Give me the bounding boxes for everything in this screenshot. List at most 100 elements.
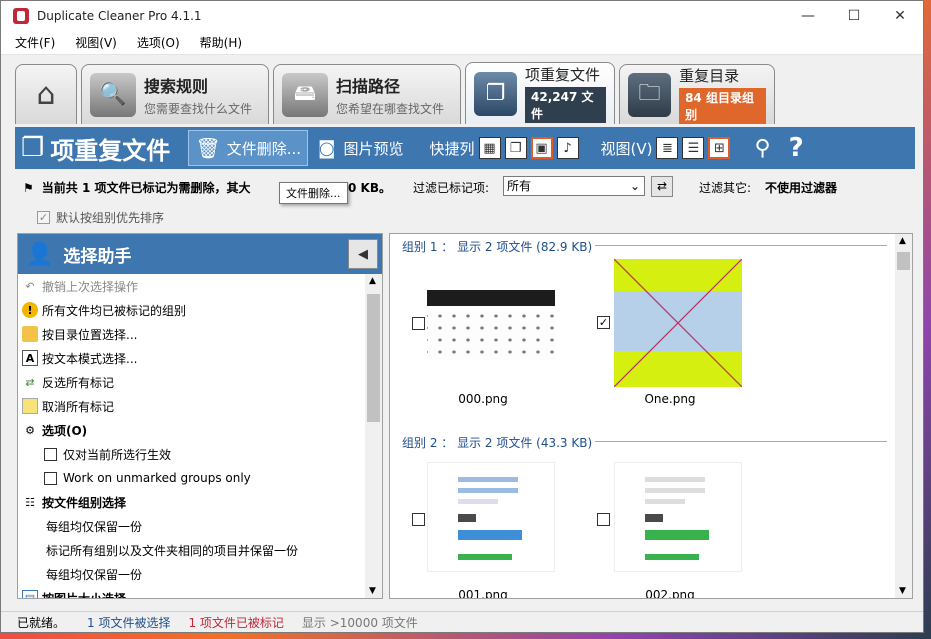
thumbnail-002[interactable] bbox=[614, 462, 742, 572]
scroll-up-icon[interactable]: ▲ bbox=[899, 236, 906, 246]
marked-summary-size: 0 KB。 bbox=[348, 181, 391, 195]
tab-duplicate-folders[interactable]: 🗀 重复目录 84 组目录组别 bbox=[619, 64, 775, 124]
delete-files-button[interactable]: 🗑 文件删除... bbox=[188, 130, 309, 166]
window-icon[interactable]: ❐ bbox=[504, 137, 527, 159]
group-header-2: 组别 2 ： 显示 2 项文件 (43.3 KB) bbox=[402, 436, 593, 450]
thumbnail-view-icon[interactable]: ⊞ bbox=[708, 137, 731, 159]
status-ready: 已就绪。 bbox=[17, 616, 66, 630]
thumbnail-000[interactable] bbox=[427, 290, 555, 360]
scroll-thumb[interactable] bbox=[367, 294, 380, 422]
delete-cross-icon bbox=[614, 259, 742, 387]
status-marked: 1 项文件已被标记 bbox=[188, 616, 284, 630]
minimize-icon[interactable]: — bbox=[785, 1, 831, 31]
only-selected-rows-option[interactable]: 仅对当前所选行生效 bbox=[18, 442, 367, 466]
all-marked-groups[interactable]: ! 所有文件均已被标记的组别 bbox=[18, 298, 367, 322]
assistant-scrollbar[interactable]: ▲ ▼ bbox=[365, 274, 382, 598]
menu-view[interactable]: 视图(V) bbox=[75, 34, 117, 51]
menu-help[interactable]: 帮助(H) bbox=[200, 34, 242, 51]
section-title: 按图片大小选择 bbox=[42, 591, 127, 599]
thumbnail-scrollbar[interactable]: ▲ ▼ bbox=[895, 234, 912, 598]
view-label: 视图(V) bbox=[600, 139, 653, 158]
tab-title: 扫描路径 bbox=[336, 76, 401, 96]
list-item-label: 每组均仅保留一份 bbox=[46, 519, 143, 534]
tab-title: 项重复文件 bbox=[525, 66, 601, 84]
select-by-text[interactable]: A 按文本模式选择... bbox=[18, 346, 367, 370]
text-icon: A bbox=[22, 350, 38, 366]
file-name-000: 000.png bbox=[458, 392, 508, 406]
view-menu[interactable]: 视图(V) ≣ ☰ ⊞ bbox=[601, 137, 731, 159]
quicklist-label: 快捷列 bbox=[429, 139, 475, 158]
main-tabs: ⌂ 🔍 搜索规则 您需要查找什么文件 🖴 扫描路径 您希望在哪查找文件 ❐ 项重复文… bbox=[15, 62, 779, 124]
list-view-icon[interactable]: ≣ bbox=[656, 137, 679, 159]
undo-icon: ↶ bbox=[25, 279, 35, 293]
tooltip: 文件删除... bbox=[279, 182, 348, 204]
info-bar: ⚑ 当前共 1 项文件已标记为需删除，其大 0 KB。 过滤已标记项: 所有 ⌄… bbox=[15, 173, 915, 229]
invert-marks[interactable]: ⇄ 反选所有标记 bbox=[18, 370, 367, 394]
list-item-label: 仅对当前所选行生效 bbox=[63, 447, 172, 462]
title-bar: Duplicate Cleaner Pro 4.1.1 — ☐ ✕ bbox=[1, 1, 923, 31]
select-by-location[interactable]: 按目录位置选择... bbox=[18, 322, 367, 346]
tab-subtitle: 您希望在哪查找文件 bbox=[336, 101, 445, 116]
thumbnail-one-marked[interactable] bbox=[614, 259, 742, 387]
list-item-label: Work on unmarked groups only bbox=[63, 471, 251, 485]
scroll-up-icon[interactable]: ▲ bbox=[369, 276, 376, 286]
checkbox[interactable] bbox=[44, 447, 57, 461]
undo-selection[interactable]: ↶ 撤销上次选择操作 bbox=[18, 274, 367, 298]
home-icon: ⌂ bbox=[36, 77, 56, 112]
image-column-icon[interactable]: ▣ bbox=[530, 137, 553, 159]
filter-marked-label: 过滤已标记项: bbox=[413, 181, 490, 195]
help-icon[interactable]: ? bbox=[789, 133, 804, 163]
window-title: Duplicate Cleaner Pro 4.1.1 bbox=[37, 9, 202, 23]
close-icon[interactable]: ✕ bbox=[877, 1, 923, 31]
file-name-001: 001.png bbox=[458, 588, 508, 599]
by-group-section: ☷ 按文件组别选择 bbox=[18, 490, 367, 514]
sort-label: 默认按组别优先排序 bbox=[56, 211, 165, 225]
tab-duplicate-files[interactable]: ❐ 项重复文件 42,247 文件 bbox=[465, 62, 615, 124]
refresh-icon[interactable]: ⇄ bbox=[651, 176, 673, 197]
warning-icon: ! bbox=[22, 302, 38, 318]
gear-icon: ⚙ bbox=[25, 423, 35, 437]
menu-file[interactable]: 文件(F) bbox=[15, 34, 55, 51]
file-checkbox-001[interactable] bbox=[412, 513, 425, 526]
tab-home[interactable]: ⌂ bbox=[15, 64, 77, 124]
status-selected: 1 项文件被选择 bbox=[87, 616, 171, 630]
mark-same-folder-keep-one[interactable]: 标记所有组别以及文件夹相同的项目并保留一份 bbox=[18, 538, 367, 562]
file-checkbox-one[interactable]: ✓ bbox=[597, 316, 610, 329]
duplicate-toolbar: ❐ 项重复文件 🗑 文件删除... ◙ 图片预览 快捷列 ▦ ❐ ▣ ♪ 视图(… bbox=[15, 127, 915, 169]
duplicate-files-icon: ❐ bbox=[21, 133, 45, 163]
thumbnail-001[interactable] bbox=[427, 462, 555, 572]
tab-scan-paths[interactable]: 🖴 扫描路径 您希望在哪查找文件 bbox=[273, 64, 461, 124]
tab-title: 搜索规则 bbox=[144, 76, 209, 96]
scroll-down-icon[interactable]: ▼ bbox=[369, 586, 376, 596]
maximize-icon[interactable]: ☐ bbox=[831, 1, 877, 31]
keep-one-per-group[interactable]: 每组均仅保留一份 bbox=[18, 514, 367, 538]
collapse-icon[interactable]: ◀ bbox=[348, 239, 378, 269]
sort-checkbox[interactable]: ✓ bbox=[37, 211, 50, 224]
file-checkbox-002[interactable] bbox=[597, 513, 610, 526]
filter-marked-select[interactable]: 所有 ⌄ bbox=[503, 176, 645, 196]
search-icon[interactable]: ⚲ bbox=[754, 136, 770, 161]
scroll-down-icon[interactable]: ▼ bbox=[899, 586, 906, 596]
file-checkbox-000[interactable] bbox=[412, 317, 425, 330]
filter-other-value: 不使用过滤器 bbox=[765, 181, 838, 195]
keep-one-per-group-2[interactable]: 每组均仅保留一份 bbox=[18, 562, 367, 586]
menu-options[interactable]: 选项(O) bbox=[137, 34, 180, 51]
checkbox[interactable] bbox=[44, 471, 57, 485]
detail-view-icon[interactable]: ☰ bbox=[682, 137, 705, 159]
unmarked-groups-option[interactable]: Work on unmarked groups only bbox=[18, 466, 367, 490]
assistant-header: 👤 选择助手 ◀ bbox=[18, 234, 382, 274]
music-note-icon[interactable]: ♪ bbox=[556, 137, 579, 159]
grid-columns-icon[interactable]: ▦ bbox=[478, 137, 501, 159]
image-preview-button[interactable]: ◙ 图片预览 bbox=[318, 138, 403, 159]
trash-icon: 🗑 bbox=[195, 136, 221, 160]
list-item-label: 反选所有标记 bbox=[42, 375, 115, 390]
options-section: ⚙ 选项(O) bbox=[18, 418, 367, 442]
tab-search-rules[interactable]: 🔍 搜索规则 您需要查找什么文件 bbox=[81, 64, 269, 124]
scroll-thumb[interactable] bbox=[897, 252, 910, 270]
section-title: 选项(O) bbox=[42, 423, 88, 438]
quicklist-label-group: 快捷列 ▦ ❐ ▣ ♪ bbox=[430, 137, 579, 159]
group-divider bbox=[595, 441, 887, 442]
clear-marks[interactable]: 取消所有标记 bbox=[18, 394, 367, 418]
filter-marked-value: 所有 bbox=[507, 179, 532, 193]
image-preview-icon: ◙ bbox=[318, 137, 336, 159]
